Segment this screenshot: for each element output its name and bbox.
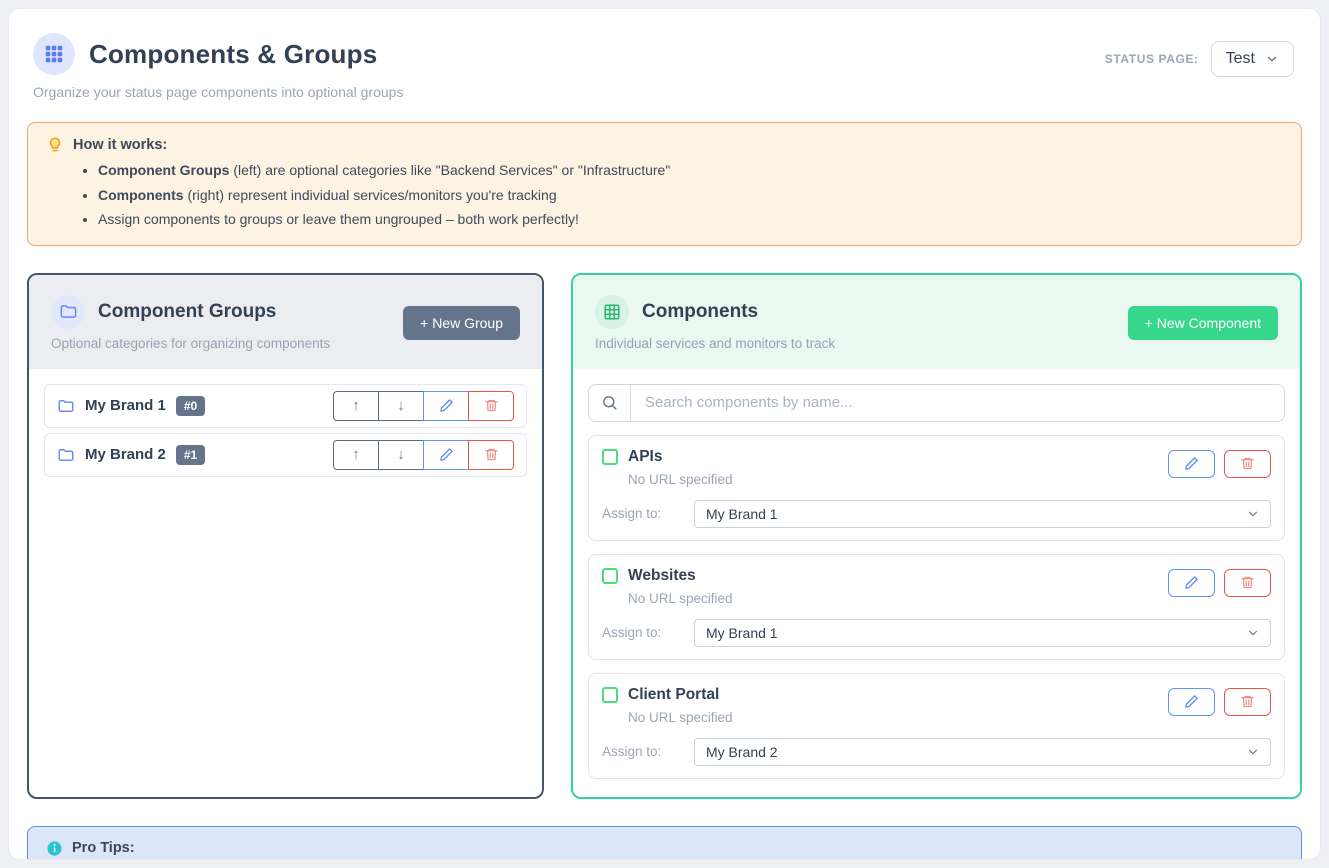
component-groups-panel: Component Groups Optional categories for… xyxy=(27,273,544,799)
move-up-button[interactable]: ↑ xyxy=(333,391,379,421)
how-it-works-item: Component Groups (left) are optional cat… xyxy=(98,161,1283,181)
groups-panel-title: Component Groups xyxy=(98,301,276,323)
status-page-selector[interactable]: Test xyxy=(1211,41,1294,77)
component-row: Websites No URL specified xyxy=(588,554,1285,660)
delete-component-button[interactable] xyxy=(1224,569,1271,597)
search-icon xyxy=(589,385,631,421)
table-grid-icon xyxy=(595,295,629,329)
component-url-status: No URL specified xyxy=(628,472,733,487)
components-panel: Components Individual services and monit… xyxy=(571,273,1302,799)
component-search-bar xyxy=(588,384,1285,422)
page-header: Components & Groups Organize your status… xyxy=(27,27,1302,100)
trash-icon xyxy=(484,447,499,462)
pro-tips-title: Pro Tips: xyxy=(72,840,135,856)
chevron-down-icon xyxy=(1246,626,1260,640)
new-group-button[interactable]: + New Group xyxy=(403,306,520,340)
components-panel-title: Components xyxy=(642,301,758,323)
components-grid-icon xyxy=(33,33,75,75)
new-component-button[interactable]: + New Component xyxy=(1128,306,1278,340)
assign-group-select[interactable]: My Brand 1 xyxy=(694,500,1271,528)
page-title: Components & Groups xyxy=(89,39,377,70)
edit-component-button[interactable] xyxy=(1168,569,1215,597)
pencil-icon xyxy=(439,398,454,413)
groups-panel-subtitle: Optional categories for organizing compo… xyxy=(51,336,330,351)
assigned-group-value: My Brand 2 xyxy=(706,744,778,760)
trash-icon xyxy=(484,398,499,413)
group-row: My Brand 1 #0 ↑ ↓ xyxy=(44,384,527,428)
component-url-status: No URL specified xyxy=(628,710,733,725)
edit-component-button[interactable] xyxy=(1168,688,1215,716)
info-icon xyxy=(46,840,63,857)
pro-tips-box: Pro Tips: Use groups like "Backend", "Fr… xyxy=(27,826,1302,860)
assign-to-label: Assign to: xyxy=(602,506,694,521)
component-row: Client Portal No URL specified xyxy=(588,673,1285,779)
group-name: My Brand 1 xyxy=(85,397,166,414)
folder-icon xyxy=(57,397,75,415)
group-name: My Brand 2 xyxy=(85,446,166,463)
status-page-value: Test xyxy=(1226,50,1255,68)
pencil-icon xyxy=(439,447,454,462)
delete-group-button[interactable] xyxy=(468,440,514,470)
folder-icon xyxy=(57,446,75,464)
how-it-works-item: Assign components to groups or leave the… xyxy=(98,210,1283,230)
assign-to-label: Assign to: xyxy=(602,625,694,640)
search-input[interactable] xyxy=(631,385,1284,421)
group-order-badge: #0 xyxy=(176,396,205,416)
how-it-works-item: Components (right) represent individual … xyxy=(98,186,1283,206)
how-it-works-list: Component Groups (left) are optional cat… xyxy=(46,161,1283,230)
assign-group-select[interactable]: My Brand 2 xyxy=(694,738,1271,766)
component-name: Websites xyxy=(628,567,696,585)
assign-group-select[interactable]: My Brand 1 xyxy=(694,619,1271,647)
assigned-group-value: My Brand 1 xyxy=(706,625,778,641)
component-checkbox[interactable] xyxy=(602,449,618,465)
component-row: APIs No URL specified xyxy=(588,435,1285,541)
group-order-badge: #1 xyxy=(176,445,205,465)
chevron-down-icon xyxy=(1265,52,1279,66)
pencil-icon xyxy=(1184,694,1199,709)
status-page-label: STATUS PAGE: xyxy=(1105,52,1199,66)
assign-to-label: Assign to: xyxy=(602,744,694,759)
move-down-button[interactable]: ↓ xyxy=(378,391,424,421)
lightbulb-icon xyxy=(46,136,64,154)
chevron-down-icon xyxy=(1246,507,1260,521)
delete-component-button[interactable] xyxy=(1224,688,1271,716)
components-panel-subtitle: Individual services and monitors to trac… xyxy=(595,336,835,351)
component-url-status: No URL specified xyxy=(628,591,733,606)
trash-icon xyxy=(1240,575,1255,590)
edit-component-button[interactable] xyxy=(1168,450,1215,478)
main-card: Components & Groups Organize your status… xyxy=(8,8,1321,860)
edit-group-button[interactable] xyxy=(423,440,469,470)
delete-group-button[interactable] xyxy=(468,391,514,421)
component-checkbox[interactable] xyxy=(602,568,618,584)
assigned-group-value: My Brand 1 xyxy=(706,506,778,522)
move-down-button[interactable]: ↓ xyxy=(378,440,424,470)
group-row: My Brand 2 #1 ↑ ↓ xyxy=(44,433,527,477)
trash-icon xyxy=(1240,694,1255,709)
component-name: Client Portal xyxy=(628,686,719,704)
delete-component-button[interactable] xyxy=(1224,450,1271,478)
pencil-icon xyxy=(1184,575,1199,590)
how-it-works-box: How it works: Component Groups (left) ar… xyxy=(27,122,1302,246)
move-up-button[interactable]: ↑ xyxy=(333,440,379,470)
chevron-down-icon xyxy=(1246,745,1260,759)
folder-icon xyxy=(51,295,85,329)
component-name: APIs xyxy=(628,448,662,466)
page-subtitle: Organize your status page components int… xyxy=(33,84,403,100)
how-it-works-title: How it works: xyxy=(73,137,167,153)
trash-icon xyxy=(1240,456,1255,471)
edit-group-button[interactable] xyxy=(423,391,469,421)
pencil-icon xyxy=(1184,456,1199,471)
component-checkbox[interactable] xyxy=(602,687,618,703)
